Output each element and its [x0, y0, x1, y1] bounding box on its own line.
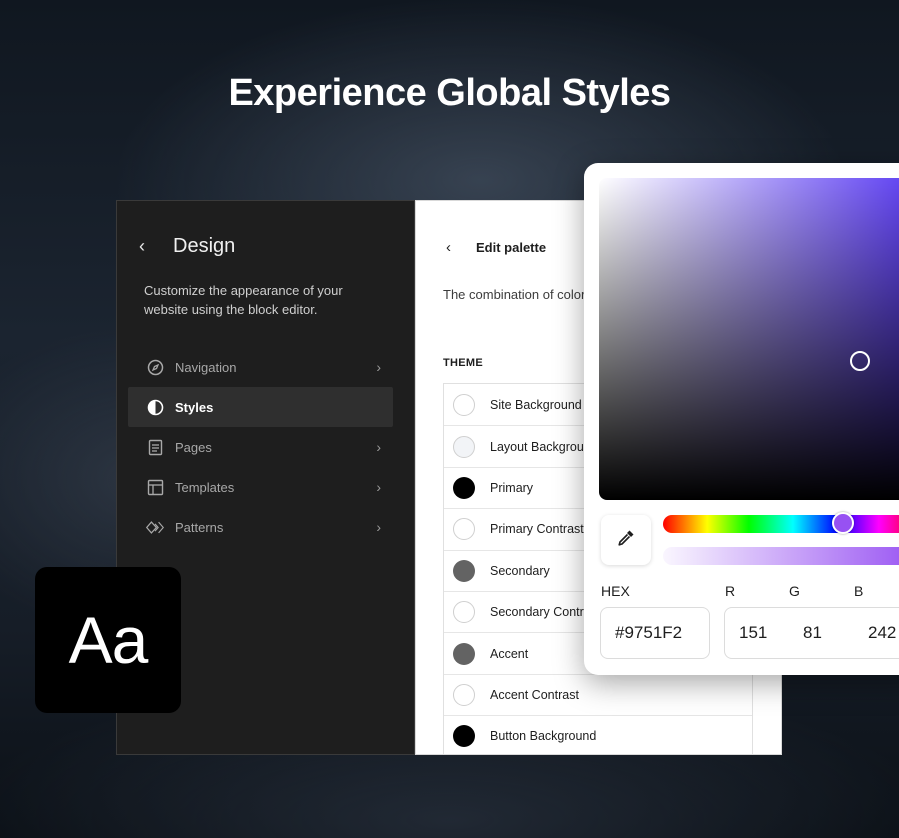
page-headline: Experience Global Styles	[228, 72, 671, 114]
sidebar-title: Design	[173, 235, 236, 257]
swatch-color	[453, 559, 475, 582]
sidebar-item-label: Navigation	[175, 359, 237, 375]
sidebar-nav: Navigation › Styles Pages › Templates ›	[128, 347, 393, 547]
eyedropper-icon	[616, 528, 636, 553]
swatch-name: Button Background	[490, 729, 597, 744]
r-label: R	[725, 583, 736, 599]
layout-icon	[146, 478, 164, 496]
swatch-color	[453, 642, 475, 665]
diamond-icon	[146, 518, 164, 536]
swatch-color	[453, 435, 475, 458]
hex-label: HEX	[601, 583, 630, 599]
sidebar-item-patterns[interactable]: Patterns ›	[128, 507, 393, 547]
chevron-right-icon: ›	[376, 519, 381, 535]
swatch-color	[453, 518, 475, 541]
sidebar-item-navigation[interactable]: Navigation ›	[128, 347, 393, 387]
swatch-row[interactable]: Accent Contrast	[444, 673, 752, 715]
eyedropper-button[interactable]	[601, 515, 651, 565]
swatch-name: Accent	[490, 646, 529, 661]
swatch-color	[453, 725, 475, 748]
palette-title: Edit palette	[476, 240, 547, 255]
b-input[interactable]: 242	[854, 607, 899, 659]
back-button[interactable]: ‹	[139, 236, 159, 257]
r-input[interactable]: 151	[724, 607, 790, 659]
sidebar-item-label: Patterns	[175, 519, 224, 535]
hue-slider-handle[interactable]	[832, 512, 854, 534]
sidebar-item-styles[interactable]: Styles	[128, 387, 393, 427]
hex-input[interactable]: #9751F2	[600, 607, 710, 659]
b-label: B	[854, 583, 864, 599]
g-input[interactable]: 81	[789, 607, 855, 659]
compass-icon	[146, 358, 164, 376]
page-icon	[146, 438, 164, 456]
swatch-name: Layout Backgrou	[490, 439, 584, 454]
swatch-name: Accent Contrast	[490, 687, 579, 702]
swatch-row[interactable]: Button Background	[444, 715, 752, 754]
sidebar-description: Customize the appearance of your website…	[144, 283, 343, 317]
saturation-area[interactable]	[599, 178, 899, 500]
swatch-name: Secondary Contr	[490, 605, 584, 620]
swatch-color	[453, 476, 475, 499]
swatch-name: Primary	[490, 480, 534, 495]
chevron-right-icon: ›	[376, 439, 381, 455]
sidebar-item-label: Pages	[175, 439, 212, 455]
swatch-name: Secondary	[490, 563, 550, 578]
palette-back-button[interactable]: ‹	[446, 239, 462, 256]
typography-badge: Aa	[35, 567, 181, 713]
swatch-name: Site Background	[490, 397, 582, 412]
palette-header: ‹ Edit palette	[446, 239, 546, 256]
swatch-name: Primary Contrast	[490, 522, 584, 537]
hue-slider[interactable]	[663, 515, 899, 533]
saturation-handle[interactable]	[850, 351, 870, 371]
chevron-right-icon: ›	[376, 479, 381, 495]
sidebar-item-label: Styles	[175, 399, 214, 415]
theme-section-label: THEME	[443, 357, 483, 369]
swatch-color	[453, 683, 475, 706]
swatch-color	[453, 393, 475, 416]
chevron-right-icon: ›	[376, 359, 381, 375]
sidebar-header: ‹ Design	[139, 235, 235, 258]
swatch-color	[453, 601, 475, 624]
alpha-slider[interactable]	[663, 547, 899, 565]
sidebar-item-templates[interactable]: Templates ›	[128, 467, 393, 507]
half-circle-icon	[146, 398, 164, 416]
sidebar-item-pages[interactable]: Pages ›	[128, 427, 393, 467]
sidebar-item-label: Templates	[175, 479, 235, 495]
color-picker-popover: HEX R G B #9751F2 151 81 242	[584, 163, 899, 675]
g-label: G	[789, 583, 800, 599]
